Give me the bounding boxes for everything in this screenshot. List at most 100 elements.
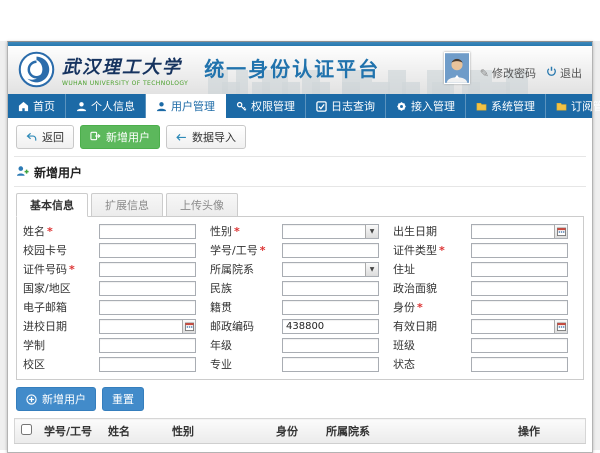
nav-item-log-query[interactable]: 日志查询 — [306, 94, 386, 118]
native-place-input[interactable] — [282, 300, 379, 315]
required-asterisk: * — [47, 225, 53, 238]
plus-circle-icon — [26, 394, 37, 405]
section-title: 新增用户 — [34, 164, 82, 181]
address-input[interactable] — [471, 262, 568, 277]
field-postal-code — [282, 319, 379, 334]
university-name: 武汉理工大学 — [62, 53, 188, 79]
field-label-native-place: 籍贯 — [210, 299, 268, 315]
tab-upload-avatar[interactable]: 上传头像 — [166, 193, 238, 217]
reset-button[interactable]: 重置 — [102, 387, 144, 411]
chevron-down-icon[interactable]: ▼ — [365, 225, 378, 238]
user-area: ✎ 修改密码 退出 — [444, 52, 582, 84]
field-label-birth-date: 出生日期 — [393, 223, 457, 239]
table-header-row: 学号/工号姓名性别身份所属院系操作 — [15, 419, 586, 444]
section-header: 新增用户 — [14, 157, 586, 187]
add-user-icon — [90, 131, 101, 144]
tab-bar: 基本信息 扩展信息 上传头像 — [16, 193, 584, 216]
nav-item-label: 订阅管理 — [571, 98, 600, 114]
data-import-button[interactable]: 数据导入 — [166, 125, 246, 149]
tab-basic-info[interactable]: 基本信息 — [16, 193, 88, 217]
field-label-campus-card: 校园卡号 — [23, 242, 85, 258]
nav-item-subscription-management[interactable]: 订阅管理 — [546, 94, 600, 118]
class-input[interactable] — [471, 338, 568, 353]
calendar-icon[interactable] — [554, 320, 567, 333]
major-input[interactable] — [282, 357, 379, 372]
required-asterisk: * — [417, 301, 423, 314]
school-length-input[interactable] — [99, 338, 196, 353]
field-identity — [471, 300, 568, 315]
field-school-length — [99, 338, 196, 353]
nav-item-user-management[interactable]: 用户管理 — [146, 94, 226, 118]
id-type-input[interactable] — [471, 243, 568, 258]
field-label-country-region: 国家/地区 — [23, 280, 85, 296]
basic-info-panel: 姓名*性别*▼出生日期校园卡号学号/工号*证件类型*证件号码*所属院系▼住址国家… — [16, 216, 584, 380]
name-input[interactable] — [99, 224, 196, 239]
field-label-valid-date: 有效日期 — [393, 318, 457, 334]
grade-input[interactable] — [282, 338, 379, 353]
calendar-icon[interactable] — [554, 225, 567, 238]
id-number-input[interactable] — [99, 262, 196, 277]
add-user-toolbar-label: 新增用户 — [106, 129, 150, 145]
field-birth-date — [471, 224, 568, 239]
nav-item-profile[interactable]: 个人信息 — [66, 94, 146, 118]
ethnicity-input[interactable] — [282, 281, 379, 296]
field-label-student-id: 学号/工号* — [210, 242, 268, 258]
nav-item-label: 用户管理 — [171, 98, 215, 114]
email-input[interactable] — [99, 300, 196, 315]
change-password-link[interactable]: ✎ 修改密码 — [480, 65, 536, 81]
tab-extended-info[interactable]: 扩展信息 — [91, 193, 163, 217]
field-name — [99, 224, 196, 239]
chevron-down-icon[interactable]: ▼ — [365, 263, 378, 276]
platform-title: 统一身份认证平台 — [204, 53, 380, 86]
postal-code-input[interactable] — [282, 319, 379, 334]
field-label-id-type: 证件类型* — [393, 242, 457, 258]
select-all-checkbox[interactable] — [21, 424, 32, 435]
country-region-input[interactable] — [99, 281, 196, 296]
form-grid: 姓名*性别*▼出生日期校园卡号学号/工号*证件类型*证件号码*所属院系▼住址国家… — [23, 223, 577, 372]
nav-item-access-management[interactable]: 接入管理 — [386, 94, 466, 118]
submit-add-user-button[interactable]: 新增用户 — [16, 387, 96, 411]
key-icon — [236, 101, 247, 112]
toolbar: 返回 新增用户 数据导入 — [14, 122, 586, 157]
avatar — [444, 52, 470, 84]
power-icon — [546, 66, 557, 80]
col-header-gender: 性别 — [166, 419, 270, 444]
calendar-icon[interactable] — [182, 320, 195, 333]
folder-icon — [556, 101, 567, 112]
field-class — [471, 338, 568, 353]
folder-icon — [476, 101, 487, 112]
field-label-identity: 身份* — [393, 299, 457, 315]
campus-input[interactable] — [99, 357, 196, 372]
field-label-name: 姓名* — [23, 223, 85, 239]
field-label-id-number: 证件号码* — [23, 261, 85, 277]
col-header-identity: 身份 — [270, 419, 320, 444]
field-label-email: 电子邮箱 — [23, 299, 85, 315]
field-label-department: 所属院系 — [210, 261, 268, 277]
user-plus-icon — [16, 165, 29, 180]
logout-label: 退出 — [560, 65, 582, 81]
nav-item-label: 个人信息 — [91, 98, 135, 114]
user-list-table: 学号/工号姓名性别身份所属院系操作 — [14, 418, 586, 444]
required-asterisk: * — [260, 244, 266, 257]
status-input[interactable] — [471, 357, 568, 372]
form-actions: 新增用户 重置 — [16, 387, 584, 411]
student-id-input[interactable] — [282, 243, 379, 258]
field-political-status — [471, 281, 568, 296]
campus-card-input[interactable] — [99, 243, 196, 258]
field-label-political-status: 政治面貌 — [393, 280, 457, 296]
field-department: ▼ — [282, 262, 379, 277]
nav-item-label: 接入管理 — [411, 98, 455, 114]
university-name-en: WUHAN UNIVERSITY OF TECHNOLOGY — [62, 80, 188, 87]
identity-input[interactable] — [471, 300, 568, 315]
back-button[interactable]: 返回 — [16, 125, 74, 149]
nav-item-system-management[interactable]: 系统管理 — [466, 94, 546, 118]
nav-item-permission-management[interactable]: 权限管理 — [226, 94, 306, 118]
page-header: 武汉理工大学 WUHAN UNIVERSITY OF TECHNOLOGY 统一… — [8, 46, 592, 94]
nav-item-home[interactable]: 首页 — [8, 94, 66, 118]
logout-link[interactable]: 退出 — [546, 65, 582, 81]
political-status-input[interactable] — [471, 281, 568, 296]
nav-item-label: 系统管理 — [491, 98, 535, 114]
add-user-toolbar-button[interactable]: 新增用户 — [80, 125, 160, 149]
nav-item-label: 日志查询 — [331, 98, 375, 114]
required-asterisk: * — [234, 225, 240, 238]
